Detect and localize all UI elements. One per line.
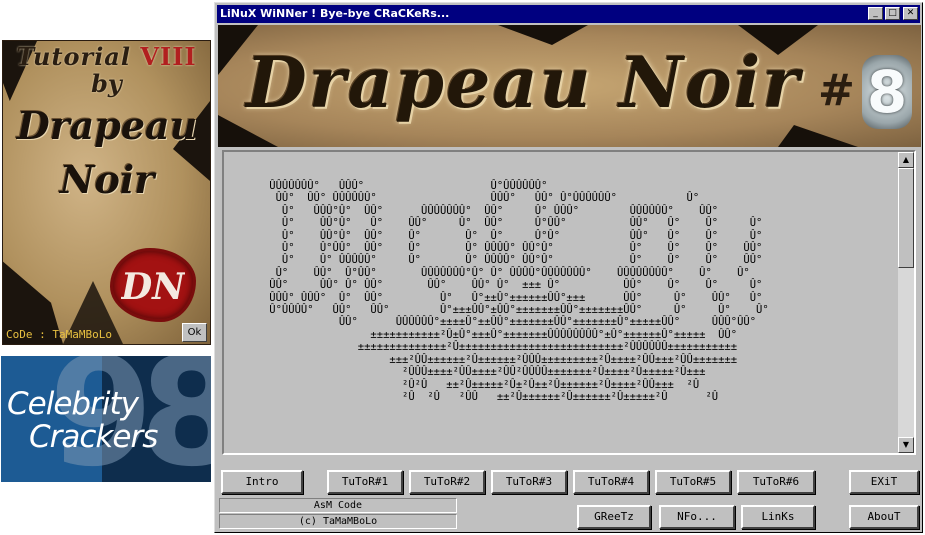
splash-name-line2: Noir: [59, 157, 155, 202]
tutor3-button[interactable]: TuToR#3: [491, 470, 567, 494]
seal-monogram-icon: DN: [121, 266, 185, 308]
svg-text:DN: DN: [121, 266, 185, 308]
decorative-shard: [778, 125, 858, 147]
scroll-up-arrow-icon[interactable]: ▲: [898, 152, 914, 168]
tutorial-text-area[interactable]: ÛÛÛÛÛÛÛ° ÛÛÛ° Û°ÛÛÛÛÛÛ° ÛÛ° ÛÛ° ÛÛÛÛÛÛ° …: [222, 150, 916, 455]
intro-button[interactable]: Intro: [221, 470, 303, 494]
ascii-art-text: ÛÛÛÛÛÛÛ° ÛÛÛ° Û°ÛÛÛÛÛÛ° ÛÛ° ÛÛ° ÛÛÛÛÛÛ° …: [269, 180, 769, 403]
ok-button[interactable]: Ok: [182, 323, 207, 342]
close-button[interactable]: ✕: [903, 7, 918, 20]
banner-title: Drapeau Noir: [246, 41, 802, 124]
window-title: LiNuX WiNNer ! Bye-bye CRaCKeRs...: [220, 7, 450, 20]
title-bar[interactable]: LiNuX WiNNer ! Bye-bye CRaCKeRs... _ □ ✕: [217, 5, 920, 23]
status-copyright: (c) TaMaMBoLo: [219, 514, 457, 529]
banner-hash: #: [818, 65, 855, 116]
greetz-button[interactable]: GReeTz: [577, 505, 651, 529]
status-asm-code: AsM Code: [219, 498, 457, 513]
vertical-scrollbar[interactable]: ▲ ▼: [898, 152, 914, 453]
splash-roman-numeral: VIII: [140, 42, 197, 71]
splash-title-text: Tutorial: [16, 42, 131, 71]
header-banner: Drapeau Noir # 8: [218, 25, 921, 147]
minimize-button[interactable]: _: [868, 7, 883, 20]
tutor2-button[interactable]: TuToR#2: [409, 470, 485, 494]
scroll-down-arrow-icon[interactable]: ▼: [898, 437, 914, 453]
tutor1-button[interactable]: TuToR#1: [327, 470, 403, 494]
nfo-button[interactable]: NFo...: [659, 505, 735, 529]
logo-line2: Crackers: [29, 419, 158, 455]
banner-number-badge: 8: [862, 55, 912, 129]
tutorial-splash-panel: Tutorial VIII by Drapeau Noir DN CoDe : …: [2, 40, 211, 345]
logo-line1: Celebrity: [7, 386, 139, 422]
main-window: LiNuX WiNNer ! Bye-bye CRaCKeRs... _ □ ✕…: [214, 2, 923, 533]
about-button[interactable]: AbouT: [849, 505, 919, 529]
celebrity-crackers-logo: 98 Celebrity Crackers: [1, 356, 211, 482]
links-button[interactable]: LinKs: [741, 505, 815, 529]
wax-seal-logo: DN: [113, 251, 193, 319]
tutor5-button[interactable]: TuToR#5: [655, 470, 731, 494]
tutor4-button[interactable]: TuToR#4: [573, 470, 649, 494]
scrollbar-thumb[interactable]: [898, 168, 914, 268]
splash-name-line1: Drapeau: [16, 103, 198, 148]
splash-title: Tutorial VIII: [3, 45, 210, 69]
maximize-button[interactable]: □: [885, 7, 900, 20]
splash-credit: CoDe : TaMaMBoLo: [6, 328, 112, 341]
splash-by: by: [91, 69, 122, 98]
exit-button[interactable]: EXiT: [849, 470, 919, 494]
tutor6-button[interactable]: TuToR#6: [737, 470, 815, 494]
